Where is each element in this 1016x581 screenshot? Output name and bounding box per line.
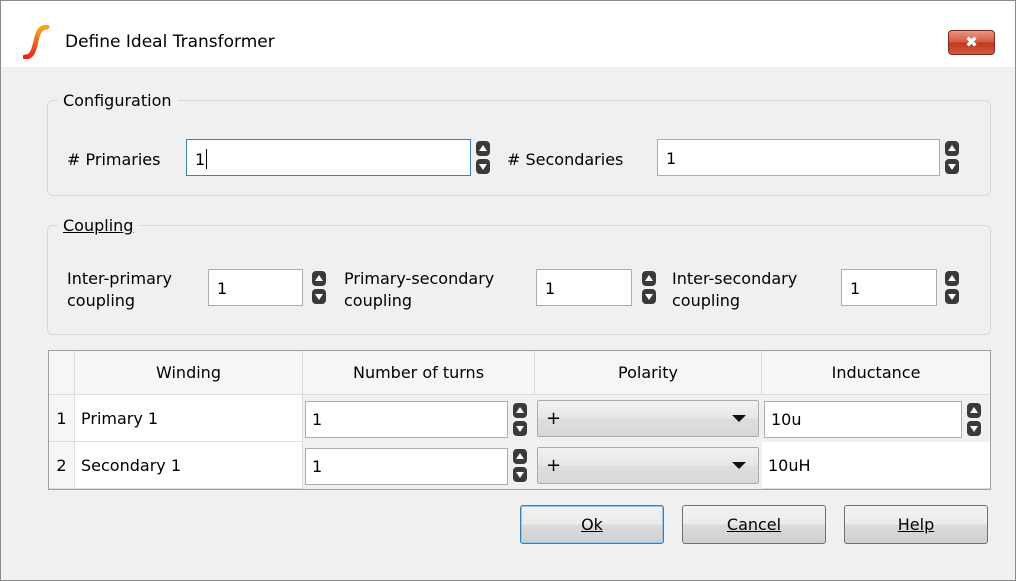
inter-primary-input[interactable]: 1 (208, 269, 303, 306)
inductance-cell[interactable]: 10uH (762, 442, 990, 489)
title-bar: Define Ideal Transformer ✖ (1, 1, 1015, 67)
close-icon: ✖ (965, 33, 978, 51)
secondaries-spinner[interactable] (944, 140, 960, 175)
inter-secondary-label: Inter-secondary coupling (672, 269, 798, 310)
inter-secondary-spinner[interactable] (944, 270, 960, 305)
help-button[interactable]: Help (844, 505, 988, 544)
cancel-button[interactable]: Cancel (682, 505, 826, 544)
primaries-spinner[interactable] (475, 140, 491, 175)
column-header-winding[interactable]: Winding (75, 351, 303, 395)
polarity-select[interactable]: + (537, 400, 759, 437)
dropdown-arrow-icon (732, 415, 746, 422)
row-number: 2 (49, 442, 75, 489)
column-header-turns[interactable]: Number of turns (303, 351, 535, 395)
row-number: 1 (49, 395, 75, 442)
turns-spinner[interactable] (512, 448, 528, 483)
secondaries-input[interactable]: 1 (657, 139, 940, 176)
column-header-inductance[interactable]: Inductance (762, 351, 990, 395)
primaries-label: # Primaries (67, 150, 161, 169)
window-title: Define Ideal Transformer (65, 32, 275, 52)
text-caret (206, 149, 208, 169)
simetrix-logo-icon (23, 25, 50, 59)
close-button[interactable]: ✖ (948, 30, 995, 55)
turns-input[interactable]: 1 (305, 401, 508, 438)
winding-cell[interactable]: Primary 1 (75, 395, 303, 442)
winding-cell[interactable]: Secondary 1 (75, 442, 303, 489)
dropdown-arrow-icon (732, 462, 746, 469)
primary-secondary-label: Primary-secondary coupling (344, 269, 495, 310)
coupling-group-title: Coupling (57, 216, 140, 235)
inter-secondary-input[interactable]: 1 (841, 269, 937, 306)
table-corner (49, 351, 75, 395)
windings-table: Winding Number of turns Polarity Inducta… (48, 350, 991, 490)
primaries-input[interactable]: 1 (186, 139, 471, 176)
inter-primary-label: Inter-primary coupling (67, 269, 172, 310)
primary-secondary-input[interactable]: 1 (536, 269, 632, 306)
column-header-polarity[interactable]: Polarity (535, 351, 762, 395)
configuration-group-title: Configuration (57, 91, 178, 110)
dialog-window: Define Ideal Transformer ✖ Configuration… (0, 0, 1016, 581)
primary-secondary-spinner[interactable] (641, 270, 657, 305)
turns-input[interactable]: 1 (305, 448, 508, 485)
secondaries-label: # Secondaries (507, 150, 624, 169)
polarity-select[interactable]: + (537, 447, 759, 484)
inductance-input[interactable]: 10u (764, 401, 962, 438)
turns-spinner[interactable] (512, 402, 528, 437)
inductance-spinner[interactable] (966, 402, 982, 437)
inter-primary-spinner[interactable] (311, 270, 327, 305)
ok-button[interactable]: Ok (520, 505, 664, 544)
